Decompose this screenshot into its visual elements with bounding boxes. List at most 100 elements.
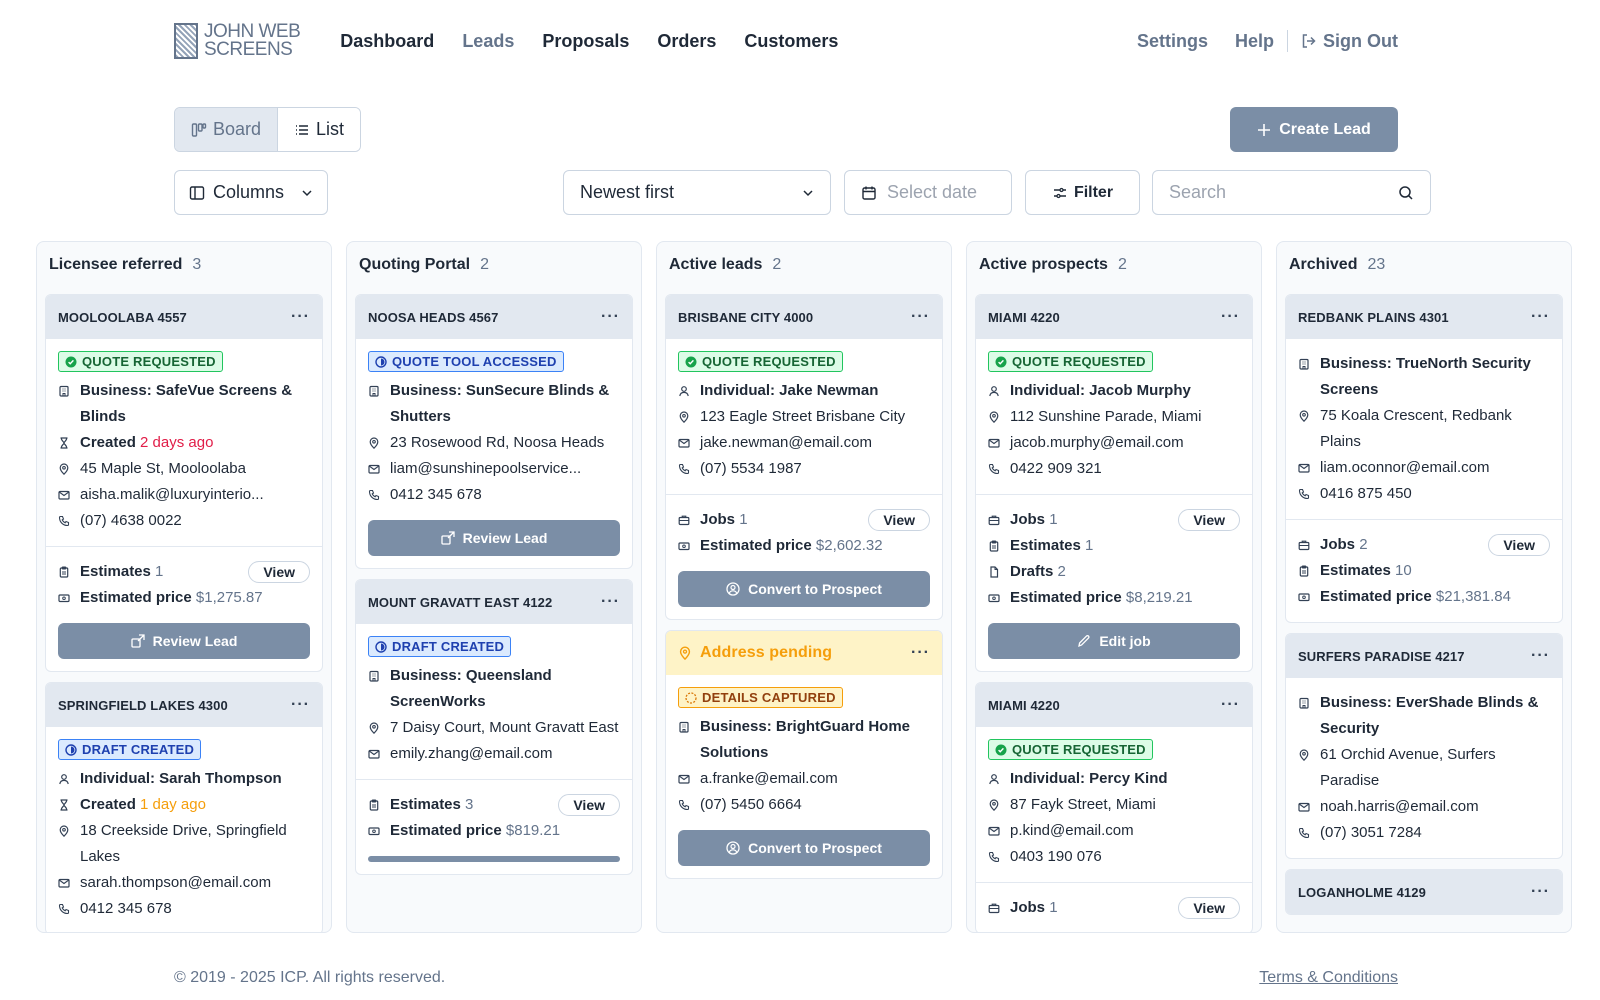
edit-job-label: Edit job — [1099, 633, 1151, 649]
nav-link-proposals[interactable]: Proposals — [542, 31, 629, 52]
board-view-button[interactable]: Board — [175, 108, 279, 151]
columns-dropdown[interactable]: Columns — [174, 170, 328, 215]
phone-icon — [678, 463, 690, 475]
estimates-count: 1 — [1085, 537, 1094, 554]
more-options-icon[interactable]: ··· — [1221, 308, 1240, 326]
convert-label: Convert to Prospect — [748, 581, 882, 597]
edit-job-button[interactable]: Edit job — [988, 623, 1240, 659]
status-badge: QUOTE REQUESTED — [988, 351, 1153, 372]
date-picker[interactable]: Select date — [844, 170, 1012, 215]
estimates-count: 3 — [465, 796, 474, 813]
convert-to-prospect-button[interactable]: Convert to Prospect — [678, 830, 930, 866]
more-options-icon[interactable]: ··· — [1531, 647, 1550, 665]
phone-icon — [1298, 827, 1310, 839]
lead-card[interactable]: MOUNT GRAVATT EAST 4122 ··· DRAFT CREATED… — [355, 579, 633, 875]
column-count: 23 — [1367, 256, 1386, 273]
price-label: Estimated price — [390, 822, 502, 839]
sign-out-link[interactable]: Sign Out — [1301, 31, 1398, 52]
create-lead-button[interactable]: Create Lead — [1230, 107, 1398, 152]
status-badge: DRAFT CREATED — [368, 636, 512, 657]
nav-link-dashboard[interactable]: Dashboard — [340, 31, 434, 52]
status-badge-label: DRAFT CREATED — [82, 742, 195, 757]
lead-card[interactable]: NOOSA HEADS 4567 ··· QUOTE TOOL ACCESSED … — [355, 294, 633, 569]
more-options-icon[interactable]: ··· — [291, 308, 310, 326]
cash-icon — [988, 592, 1000, 604]
list-view-button[interactable]: List — [278, 108, 361, 151]
convert-to-prospect-button[interactable]: Convert to Prospect — [678, 571, 930, 607]
half-circle-icon — [375, 356, 387, 368]
terms-link[interactable]: Terms & Conditions — [1259, 969, 1398, 987]
review-lead-button[interactable]: Review Lead — [58, 623, 310, 659]
more-options-icon[interactable]: ··· — [1221, 696, 1240, 714]
hourglass-icon — [58, 437, 70, 449]
check-circle-icon — [995, 356, 1007, 368]
status-badge-label: QUOTE REQUESTED — [702, 354, 836, 369]
jobs-count: 1 — [739, 511, 748, 528]
map-pin-icon — [368, 437, 380, 449]
filter-button[interactable]: Filter — [1025, 170, 1140, 215]
created-value: 2 days ago — [140, 434, 214, 451]
address: 123 Eagle Street Brisbane City — [700, 408, 906, 425]
card-location: REDBANK PLAINS 4301 — [1298, 309, 1449, 325]
copyright-text: © 2019 - 2025 ICP. All rights reserved. — [174, 969, 446, 986]
nav-divider — [1287, 30, 1288, 52]
review-icon — [441, 531, 455, 545]
jobs-count: 2 — [1359, 536, 1368, 553]
lead-card[interactable]: MIAMI 4220 ··· QUOTE REQUESTED Individual… — [975, 294, 1253, 672]
action-button-partial[interactable] — [368, 856, 620, 862]
more-options-icon[interactable]: ··· — [291, 696, 310, 714]
lead-card[interactable]: Address pending ··· DETAILS CAPTURED Busi… — [665, 630, 943, 879]
view-button[interactable]: View — [1488, 534, 1550, 556]
status-badge-label: DRAFT CREATED — [392, 639, 505, 654]
status-badge: DETAILS CAPTURED — [678, 687, 843, 708]
sort-select[interactable]: Newest first — [563, 170, 831, 215]
more-options-icon[interactable]: ··· — [601, 308, 620, 326]
column-archived: Archived 23 REDBANK PLAINS 4301 ··· Busine… — [1276, 241, 1572, 933]
price-value: $819.21 — [505, 822, 561, 839]
phone: (07) 3051 7284 — [1320, 824, 1422, 841]
lead-card[interactable]: SURFERS PARADISE 4217 ··· Business: EverS… — [1285, 633, 1563, 859]
review-lead-label: Review Lead — [152, 633, 238, 649]
lead-card[interactable]: BRISBANE CITY 4000 ··· QUOTE REQUESTED In… — [665, 294, 943, 620]
lead-card[interactable]: MOOLOOLABA 4557 ··· QUOTE REQUESTED Busin… — [45, 294, 323, 672]
card-location: SURFERS PARADISE 4217 — [1298, 648, 1465, 664]
column-quoting-portal: Quoting Portal 2 NOOSA HEADS 4567 ··· QUOT… — [346, 241, 642, 933]
jobs-count: 1 — [1049, 899, 1058, 916]
more-options-icon[interactable]: ··· — [911, 644, 930, 662]
review-lead-button[interactable]: Review Lead — [368, 520, 620, 556]
more-options-icon[interactable]: ··· — [1531, 308, 1550, 326]
nav-link-settings[interactable]: Settings — [1137, 31, 1208, 52]
nav-link-leads[interactable]: Leads — [462, 31, 514, 52]
search-input[interactable]: Search — [1152, 170, 1431, 215]
nav-link-help[interactable]: Help — [1235, 31, 1274, 52]
nav-link-customers[interactable]: Customers — [744, 31, 838, 52]
lead-card[interactable]: REDBANK PLAINS 4301 ··· Business: TrueNor… — [1285, 294, 1563, 623]
lead-card[interactable]: LOGANHOLME 4129 ··· — [1285, 869, 1563, 915]
company-logo[interactable]: JOHN WEB SCREENS — [174, 22, 301, 60]
lead-card[interactable]: SPRINGFIELD LAKES 4300 ··· DRAFT CREATED … — [45, 682, 323, 932]
status-badge-label: QUOTE TOOL ACCESSED — [392, 354, 557, 369]
email: a.franke@email.com — [700, 770, 838, 787]
email: sarah.thompson@email.com — [80, 874, 272, 891]
card-location: NOOSA HEADS 4567 — [368, 309, 499, 325]
phone: 0403 190 076 — [1010, 848, 1102, 865]
view-button[interactable]: View — [868, 509, 930, 531]
card-location: MOOLOOLABA 4557 — [58, 309, 187, 325]
more-options-icon[interactable]: ··· — [1531, 883, 1550, 901]
view-button[interactable]: View — [1178, 897, 1240, 919]
more-options-icon[interactable]: ··· — [601, 593, 620, 611]
map-pin-icon — [58, 463, 70, 475]
more-options-icon[interactable]: ··· — [911, 308, 930, 326]
phone-icon — [988, 463, 1000, 475]
status-badge: DRAFT CREATED — [58, 739, 202, 760]
logo-line-2: SCREENS — [204, 39, 293, 60]
file-icon — [988, 566, 1000, 578]
building-icon — [1298, 697, 1310, 709]
lead-card[interactable]: MIAMI 4220 ··· QUOTE REQUESTED Individual… — [975, 682, 1253, 932]
view-button[interactable]: View — [1178, 509, 1240, 531]
view-button[interactable]: View — [558, 794, 620, 816]
mail-icon — [678, 773, 690, 785]
business-name: Business: TrueNorth Security Screens — [1320, 355, 1531, 398]
view-button[interactable]: View — [248, 561, 310, 583]
nav-link-orders[interactable]: Orders — [657, 31, 716, 52]
